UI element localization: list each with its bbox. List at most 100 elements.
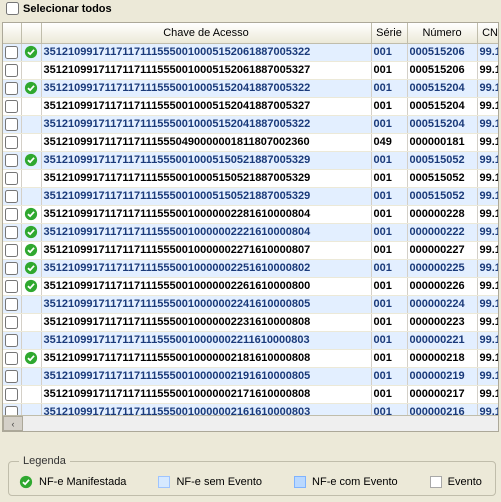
table-row[interactable]: 3512109917117117111555001000000228161000… <box>3 206 499 224</box>
table-row[interactable]: 3512109917117117111555049000000181180700… <box>3 134 499 152</box>
row-checkbox[interactable] <box>5 136 18 149</box>
select-all-checkbox[interactable] <box>6 2 19 15</box>
cell-chave: 3512109917117117111555001000000217161000… <box>41 386 371 404</box>
cell-serie: 001 <box>371 350 407 368</box>
row-status <box>21 44 41 62</box>
cell-cnpj: 99.171 <box>477 134 499 152</box>
legend-item-sem-evento: NF-e sem Evento <box>158 476 262 488</box>
row-status <box>21 350 41 368</box>
cell-cnpj: 99.171 <box>477 314 499 332</box>
cell-serie: 001 <box>371 278 407 296</box>
row-status <box>21 134 41 152</box>
cell-chave: 3512109917117117111555001000000221161000… <box>41 332 371 350</box>
col-chave-header[interactable]: Chave de Acesso <box>41 23 371 44</box>
cell-serie: 001 <box>371 368 407 386</box>
cell-chave: 3512109917117117111555001000000228161000… <box>41 206 371 224</box>
row-checkbox[interactable] <box>5 316 18 329</box>
scroll-left-button[interactable]: ‹ <box>3 416 23 431</box>
col-checkbox-header[interactable] <box>3 23 21 44</box>
row-checkbox[interactable] <box>5 298 18 311</box>
col-numero-header[interactable]: Número <box>407 23 477 44</box>
row-status <box>21 368 41 386</box>
cell-numero: 000515206 <box>407 44 477 62</box>
check-circle-icon <box>24 225 38 239</box>
horizontal-scrollbar[interactable]: ‹ <box>3 415 498 431</box>
check-circle-icon <box>24 207 38 221</box>
table-row[interactable]: 3512109917117117111555001000000218161000… <box>3 350 499 368</box>
row-status <box>21 296 41 314</box>
cell-serie: 001 <box>371 206 407 224</box>
row-checkbox[interactable] <box>5 370 18 383</box>
row-checkbox[interactable] <box>5 100 18 113</box>
row-checkbox[interactable] <box>5 226 18 239</box>
table-row[interactable]: 3512109917117117111555001000000221161000… <box>3 332 499 350</box>
cell-cnpj: 99.171 <box>477 296 499 314</box>
row-checkbox[interactable] <box>5 280 18 293</box>
table-row[interactable]: 3512109917117117111555001000515204188700… <box>3 80 499 98</box>
cell-serie: 001 <box>371 242 407 260</box>
cell-chave: 3512109917117117111555001000000218161000… <box>41 350 371 368</box>
col-status-header[interactable] <box>21 23 41 44</box>
cell-numero: 000515052 <box>407 170 477 188</box>
cell-cnpj: 99.171 <box>477 260 499 278</box>
cell-chave: 3512109917117117111555001000515052188700… <box>41 170 371 188</box>
row-status <box>21 314 41 332</box>
table-row[interactable]: 3512109917117117111555001000515204188700… <box>3 98 499 116</box>
cell-serie: 001 <box>371 314 407 332</box>
row-checkbox[interactable] <box>5 46 18 59</box>
cell-serie: 001 <box>371 98 407 116</box>
row-checkbox[interactable] <box>5 64 18 77</box>
row-checkbox[interactable] <box>5 352 18 365</box>
cell-numero: 000000226 <box>407 278 477 296</box>
table-row[interactable]: 3512109917117117111555001000000217161000… <box>3 386 499 404</box>
cell-chave: 3512109917117117111555001000000222161000… <box>41 224 371 242</box>
cell-serie: 001 <box>371 152 407 170</box>
row-status <box>21 98 41 116</box>
table-row[interactable]: 3512109917117117111555001000515052188700… <box>3 188 499 206</box>
row-checkbox[interactable] <box>5 388 18 401</box>
cell-cnpj: 99.171 <box>477 152 499 170</box>
cell-cnpj: 99.171 <box>477 332 499 350</box>
select-all-text: Selecionar todos <box>23 3 112 15</box>
cell-chave: 3512109917117117111555049000000181180700… <box>41 134 371 152</box>
cell-serie: 001 <box>371 62 407 80</box>
row-checkbox[interactable] <box>5 262 18 275</box>
row-checkbox[interactable] <box>5 154 18 167</box>
cell-cnpj: 99.171 <box>477 368 499 386</box>
cell-chave: 3512109917117117111555001000000226161000… <box>41 278 371 296</box>
table-row[interactable]: 3512109917117117111555001000515206188700… <box>3 62 499 80</box>
legend-evento-label: Evento <box>448 476 482 488</box>
cell-cnpj: 99.171 <box>477 62 499 80</box>
cell-numero: 000515204 <box>407 98 477 116</box>
table-row[interactable]: 3512109917117117111555001000515052188700… <box>3 170 499 188</box>
table-row[interactable]: 3512109917117117111555001000000226161000… <box>3 278 499 296</box>
table-row[interactable]: 3512109917117117111555001000515204188700… <box>3 116 499 134</box>
table-row[interactable]: 3512109917117117111555001000515206188700… <box>3 44 499 62</box>
row-checkbox[interactable] <box>5 118 18 131</box>
check-circle-icon <box>24 261 38 275</box>
cell-chave: 3512109917117117111555001000000227161000… <box>41 242 371 260</box>
table-row[interactable]: 3512109917117117111555001000000223161000… <box>3 314 499 332</box>
table-row[interactable]: 3512109917117117111555001000000219161000… <box>3 368 499 386</box>
row-checkbox[interactable] <box>5 208 18 221</box>
cell-cnpj: 99.171 <box>477 80 499 98</box>
row-checkbox[interactable] <box>5 244 18 257</box>
cell-chave: 3512109917117117111555001000515052188700… <box>41 188 371 206</box>
row-checkbox[interactable] <box>5 82 18 95</box>
table-row[interactable]: 3512109917117117111555001000000225161000… <box>3 260 499 278</box>
table-row[interactable]: 3512109917117117111555001000515052188700… <box>3 152 499 170</box>
row-status <box>21 188 41 206</box>
table-row[interactable]: 3512109917117117111555001000000222161000… <box>3 224 499 242</box>
cell-numero: 000000224 <box>407 296 477 314</box>
col-cnpj-header[interactable]: CNPJ/ <box>477 23 499 44</box>
row-checkbox[interactable] <box>5 190 18 203</box>
table-row[interactable]: 3512109917117117111555001000000227161000… <box>3 242 499 260</box>
table-row[interactable]: 3512109917117117111555001000000224161000… <box>3 296 499 314</box>
col-serie-header[interactable]: Série <box>371 23 407 44</box>
cell-numero: 000000219 <box>407 368 477 386</box>
legend-group: Legenda NF-e Manifestada NF-e sem Evento… <box>8 455 496 496</box>
row-checkbox[interactable] <box>5 334 18 347</box>
cell-chave: 3512109917117117111555001000000219161000… <box>41 368 371 386</box>
square-sem-evento-icon <box>158 476 170 488</box>
row-checkbox[interactable] <box>5 172 18 185</box>
